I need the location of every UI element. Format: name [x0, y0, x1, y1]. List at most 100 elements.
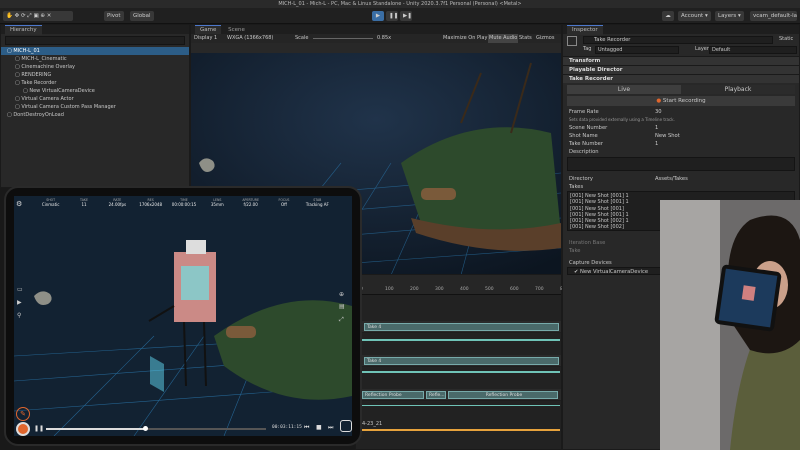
- gear-icon[interactable]: ⚙: [16, 200, 24, 208]
- timeline-panel: 0100200300400500600700800 Take 4 Take 4 …: [355, 274, 569, 450]
- hierarchy-item-label: Virtual Camera Custom Pass Manager: [21, 104, 116, 110]
- pivot-toggle[interactable]: Pivot: [104, 11, 124, 21]
- hierarchy-item[interactable]: ▢ DontDestroyOnLoad: [1, 111, 189, 119]
- ipad-device: SHOT Cinmatic TAKE 11 RATE 24.00fps RES 1706x20…: [4, 186, 362, 446]
- component-take-recorder[interactable]: Take Recorder: [563, 74, 799, 83]
- takes-row: Takes: [563, 183, 799, 191]
- layout-label: vcam_default-layout: [753, 13, 797, 19]
- timeline-track[interactable]: Take 4: [356, 321, 561, 333]
- play-button[interactable]: ▶: [372, 11, 384, 21]
- hierarchy-item[interactable]: ▢ Virtual Camera Custom Pass Manager: [1, 103, 189, 111]
- timeline-track[interactable]: Reflection Probe Refle... Reflection Pro…: [356, 389, 561, 401]
- timeline-clip[interactable]: Take 4: [364, 357, 559, 365]
- ipad-stat-value: Off: [281, 202, 287, 207]
- ipad-stat-value: 00:00:00:15: [171, 202, 197, 207]
- hierarchy-item[interactable]: ▢ MICH-L_01: [1, 47, 189, 55]
- video-icon[interactable]: ▶: [17, 299, 22, 306]
- mute-audio-toggle[interactable]: Mute Audio: [488, 34, 519, 43]
- scene-number-value[interactable]: 1: [655, 124, 658, 132]
- game-tabbar: Game Scene: [191, 25, 561, 35]
- ipad-stat-value: 1706x2048: [139, 202, 163, 207]
- settings-square-icon[interactable]: [340, 420, 352, 432]
- object-name-field[interactable]: Take Recorder: [583, 36, 773, 44]
- person-icon[interactable]: ⚲: [17, 312, 21, 319]
- static-toggle[interactable]: Static: [779, 36, 793, 42]
- ipad-camera-view[interactable]: [14, 196, 352, 436]
- hierarchy-item[interactable]: ▢ Virtual Camera Actor: [1, 95, 189, 103]
- global-toggle[interactable]: Global: [130, 11, 154, 21]
- maximize-on-play-toggle[interactable]: Maximize On Play: [443, 34, 487, 43]
- step-button[interactable]: ▶❚: [400, 11, 412, 21]
- layers-label: Layers: [718, 13, 737, 19]
- hierarchy-item[interactable]: ▢ Cinemachine Overlay: [1, 63, 189, 71]
- display-dropdown[interactable]: Display 1: [194, 34, 217, 43]
- description-field[interactable]: [567, 157, 795, 171]
- tab-hierarchy[interactable]: Hierarchy: [5, 25, 42, 35]
- timeline-clip[interactable]: Refle...: [426, 391, 446, 399]
- hierarchy-item[interactable]: ▢ MICH-L_Cinematic: [1, 55, 189, 63]
- description-row: Description: [563, 148, 799, 156]
- hierarchy-panel: Hierarchy ▢ MICH-L_01 ▢ MICH-L_Cinematic ▢…: [0, 24, 190, 188]
- directory-value[interactable]: Assets/Takes: [655, 175, 688, 183]
- shot-name-value[interactable]: New Shot: [655, 132, 680, 140]
- layer-value: Default: [712, 47, 731, 53]
- tab-playback[interactable]: Playback: [681, 85, 795, 94]
- crosshair-icon[interactable]: ⊕: [339, 291, 344, 298]
- take-number-label: Take Number: [569, 141, 603, 147]
- timeline-clip[interactable]: Take 4: [364, 323, 559, 331]
- component-label: Transform: [569, 58, 601, 64]
- stop-icon[interactable]: ■: [316, 424, 322, 431]
- scale-label: Scale: [295, 35, 309, 41]
- ipad-stat: LENS 35mm: [201, 198, 234, 207]
- timeline-clip[interactable]: Reflection Probe: [362, 391, 424, 399]
- record-button[interactable]: [16, 422, 30, 436]
- hierarchy-item[interactable]: ▢ RENDERING: [1, 71, 189, 79]
- account-dropdown[interactable]: Account ▾: [678, 11, 711, 21]
- timeline-track[interactable]: Take 4: [356, 355, 561, 367]
- layout-dropdown[interactable]: vcam_default-layout: [750, 11, 797, 21]
- ruler-tick-label: 400: [460, 287, 469, 292]
- scrubber-track[interactable]: [46, 426, 266, 431]
- gizmos-dropdown[interactable]: Gizmos: [536, 34, 554, 43]
- hierarchy-search[interactable]: [5, 36, 185, 45]
- frame-rate-value[interactable]: 30: [655, 108, 662, 116]
- layer-dropdown[interactable]: Default: [709, 46, 797, 54]
- cloud-icon[interactable]: ☁: [662, 11, 674, 21]
- record-icon: ●: [656, 98, 662, 104]
- tab-live[interactable]: Live: [567, 85, 681, 94]
- tag-dropdown[interactable]: Untagged: [595, 46, 679, 54]
- scrubber-fill: [46, 428, 145, 430]
- inspector-tabbar: Inspector: [563, 25, 799, 35]
- timeline-ruler[interactable]: 0100200300400500600700800: [356, 275, 569, 295]
- camera-icon[interactable]: ▭: [17, 286, 23, 293]
- expand-icon[interactable]: ⤢: [339, 316, 344, 324]
- pause-button[interactable]: ❚❚: [386, 11, 398, 21]
- rewind-icon[interactable]: ⏮: [304, 424, 309, 432]
- gallery-icon[interactable]: ▤: [339, 303, 345, 310]
- ruler-tick-label: 500: [485, 287, 494, 292]
- stats-toggle[interactable]: Stats: [519, 34, 532, 43]
- timeline-clip[interactable]: Reflection Probe: [448, 391, 558, 399]
- pause-icon[interactable]: ❚❚: [34, 425, 44, 432]
- ipad-stat-value: 35mm: [210, 202, 224, 207]
- hierarchy-item[interactable]: ▢ Take Recorder: [1, 79, 189, 87]
- component-playable-director[interactable]: Playable Director: [563, 65, 799, 74]
- forward-icon[interactable]: ⏭: [328, 424, 333, 432]
- scale-slider[interactable]: [313, 38, 373, 39]
- component-transform[interactable]: Transform: [563, 56, 799, 65]
- game-view-toolbar: Display 1 WXGA (1366x768) Scale 0.85x Ma…: [191, 34, 561, 43]
- main-toolbar: ✋ ✥ ⟳ ⤢ ▣ ⊕ ✕ Pivot Global ▶ ❚❚ ▶❚ ☁ Acc…: [0, 8, 800, 24]
- start-recording-button[interactable]: ● Start Recording: [567, 96, 795, 106]
- mode-tabs: Live Playback: [567, 85, 795, 94]
- hierarchy-item[interactable]: ▢ New VirtualCameraDevice: [1, 87, 189, 95]
- take-number-value[interactable]: 1: [655, 140, 658, 148]
- transform-tools[interactable]: ✋ ✥ ⟳ ⤢ ▣ ⊕ ✕: [3, 11, 73, 21]
- layers-dropdown[interactable]: Layers ▾: [715, 11, 744, 21]
- ipad-stat-value: Cinmatic: [41, 202, 60, 207]
- hierarchy-item-label: MICH-L_01: [13, 48, 40, 54]
- timeline-tracks: Take 4 Take 4 Reflection Probe Refle... …: [356, 295, 561, 450]
- pencil-icon[interactable]: ✎: [16, 407, 30, 421]
- scrubber-knob[interactable]: [143, 426, 148, 431]
- ipad-stat: TIME 00:00:00:15: [167, 198, 200, 207]
- resolution-dropdown[interactable]: WXGA (1366x768): [227, 34, 273, 43]
